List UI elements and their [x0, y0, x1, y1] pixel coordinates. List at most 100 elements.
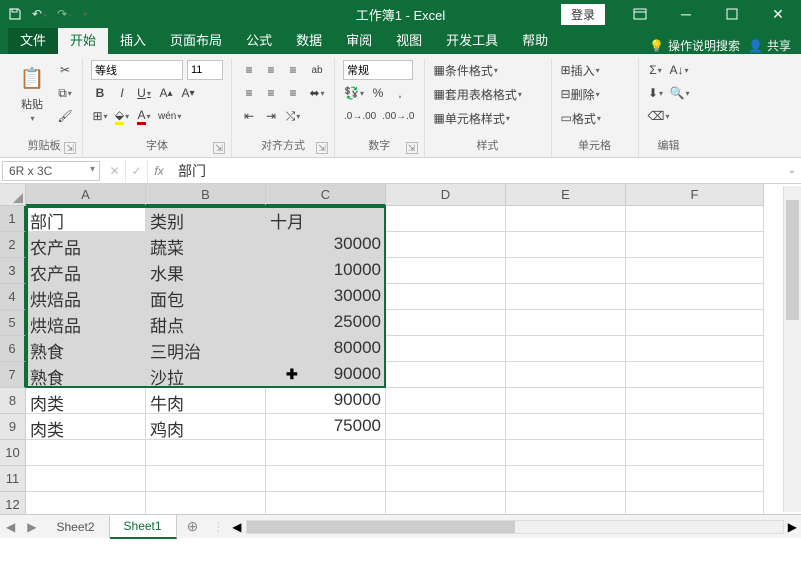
formula-expand-icon[interactable]: ⌄	[783, 165, 801, 176]
cell-D7[interactable]	[386, 362, 506, 388]
formula-bar[interactable]: 部门	[170, 159, 783, 183]
cell-B1[interactable]: 类别	[146, 206, 266, 232]
row-header-5[interactable]: 5	[0, 310, 26, 336]
sheet-nav-next-icon[interactable]: ▶	[21, 520, 42, 534]
worksheet-grid[interactable]: A B C D E F 1部门类别十月2农产品蔬菜300003农产品水果1000…	[0, 184, 801, 514]
cell-B3[interactable]: 水果	[146, 258, 266, 284]
tab-view[interactable]: 视图	[384, 25, 434, 54]
row-header-8[interactable]: 8	[0, 388, 26, 414]
cell-D11[interactable]	[386, 466, 506, 492]
cell-E6[interactable]	[506, 336, 626, 362]
redo-icon[interactable]: ↷▾	[57, 7, 72, 21]
cell-C5[interactable]: 25000	[266, 310, 386, 336]
number-format-select[interactable]	[343, 60, 413, 80]
align-left-button[interactable]: ≡	[240, 83, 258, 103]
cell-E8[interactable]	[506, 388, 626, 414]
cell-C11[interactable]	[266, 466, 386, 492]
cell-C2[interactable]: 30000	[266, 232, 386, 258]
cell-D2[interactable]	[386, 232, 506, 258]
save-icon[interactable]	[8, 7, 22, 21]
cell-E3[interactable]	[506, 258, 626, 284]
row-header-10[interactable]: 10	[0, 440, 26, 466]
clear-button[interactable]: ⌫▾	[647, 106, 671, 126]
cell-A11[interactable]	[26, 466, 146, 492]
cell-B2[interactable]: 蔬菜	[146, 232, 266, 258]
cell-F4[interactable]	[626, 284, 764, 310]
comma-button[interactable]: ,	[391, 83, 409, 103]
align-top-button[interactable]: ≡	[240, 60, 258, 80]
cell-E12[interactable]	[506, 492, 626, 514]
increase-decimal-button[interactable]: .0→.00	[343, 106, 377, 126]
cell-B6[interactable]: 三明治	[146, 336, 266, 362]
cell-A7[interactable]: 熟食	[26, 362, 146, 388]
row-header-1[interactable]: 1	[0, 206, 26, 232]
cell-F9[interactable]	[626, 414, 764, 440]
row-header-9[interactable]: 9	[0, 414, 26, 440]
find-button[interactable]: 🔍▾	[669, 83, 691, 103]
font-size-select[interactable]	[187, 60, 223, 80]
cell-D10[interactable]	[386, 440, 506, 466]
cell-C1[interactable]: 十月	[266, 206, 386, 232]
cell-B8[interactable]: 牛肉	[146, 388, 266, 414]
cell-A12[interactable]	[26, 492, 146, 514]
minimize-icon[interactable]: ─	[663, 0, 709, 28]
format-table-button[interactable]: ▦ 套用表格格式▾	[433, 84, 543, 104]
format-cells-button[interactable]: ▭ 格式▾	[560, 108, 630, 128]
decrease-decimal-button[interactable]: .00→.0	[381, 106, 415, 126]
login-button[interactable]: 登录	[561, 4, 605, 25]
cell-F5[interactable]	[626, 310, 764, 336]
row-header-12[interactable]: 12	[0, 492, 26, 514]
cell-E10[interactable]	[506, 440, 626, 466]
share-button[interactable]: 👤共享	[748, 37, 791, 54]
font-color-button[interactable]: A▾	[135, 106, 153, 126]
cell-C12[interactable]	[266, 492, 386, 514]
cell-F11[interactable]	[626, 466, 764, 492]
cell-C8[interactable]: 90000	[266, 388, 386, 414]
tab-layout[interactable]: 页面布局	[158, 25, 234, 54]
cell-A8[interactable]: 肉类	[26, 388, 146, 414]
percent-button[interactable]: %	[369, 83, 387, 103]
col-header-A[interactable]: A	[26, 184, 146, 206]
phonetic-button[interactable]: wén▾	[157, 106, 182, 126]
decrease-indent-button[interactable]: ⇤	[240, 106, 258, 126]
clipboard-dialog-icon[interactable]: ⇲	[64, 142, 76, 154]
cell-D9[interactable]	[386, 414, 506, 440]
increase-font-button[interactable]: A▴	[157, 83, 175, 103]
sheet-tab-sheet1[interactable]: Sheet1	[110, 515, 177, 539]
tab-formulas[interactable]: 公式	[234, 25, 284, 54]
row-header-7[interactable]: 7	[0, 362, 26, 388]
cell-B9[interactable]: 鸡肉	[146, 414, 266, 440]
italic-button[interactable]: I	[113, 83, 131, 103]
cell-F2[interactable]	[626, 232, 764, 258]
cell-B11[interactable]	[146, 466, 266, 492]
horizontal-scrollbar[interactable]: ◀▶	[228, 520, 801, 534]
col-header-D[interactable]: D	[386, 184, 506, 206]
tab-review[interactable]: 审阅	[334, 25, 384, 54]
cell-A3[interactable]: 农产品	[26, 258, 146, 284]
align-right-button[interactable]: ≡	[284, 83, 302, 103]
cell-C6[interactable]: 80000	[266, 336, 386, 362]
sort-filter-button[interactable]: A↓▾	[669, 60, 690, 80]
tab-file[interactable]: 文件	[8, 25, 58, 54]
font-name-select[interactable]	[91, 60, 183, 80]
cell-F6[interactable]	[626, 336, 764, 362]
underline-button[interactable]: U▾	[135, 83, 153, 103]
cell-D5[interactable]	[386, 310, 506, 336]
font-dialog-icon[interactable]: ⇲	[213, 142, 225, 154]
cell-C10[interactable]	[266, 440, 386, 466]
row-header-11[interactable]: 11	[0, 466, 26, 492]
cell-A2[interactable]: 农产品	[26, 232, 146, 258]
cell-E11[interactable]	[506, 466, 626, 492]
cell-C9[interactable]: 75000	[266, 414, 386, 440]
cell-B5[interactable]: 甜点	[146, 310, 266, 336]
cell-D1[interactable]	[386, 206, 506, 232]
cell-E5[interactable]	[506, 310, 626, 336]
cell-A10[interactable]	[26, 440, 146, 466]
qat-customize-icon[interactable]: ▾	[83, 10, 87, 19]
cell-F7[interactable]	[626, 362, 764, 388]
cancel-formula-icon[interactable]: ✕	[104, 160, 126, 182]
cell-A9[interactable]: 肉类	[26, 414, 146, 440]
tab-home[interactable]: 开始	[58, 25, 108, 54]
bold-button[interactable]: B	[91, 83, 109, 103]
wrap-text-button[interactable]: ab	[308, 60, 326, 80]
